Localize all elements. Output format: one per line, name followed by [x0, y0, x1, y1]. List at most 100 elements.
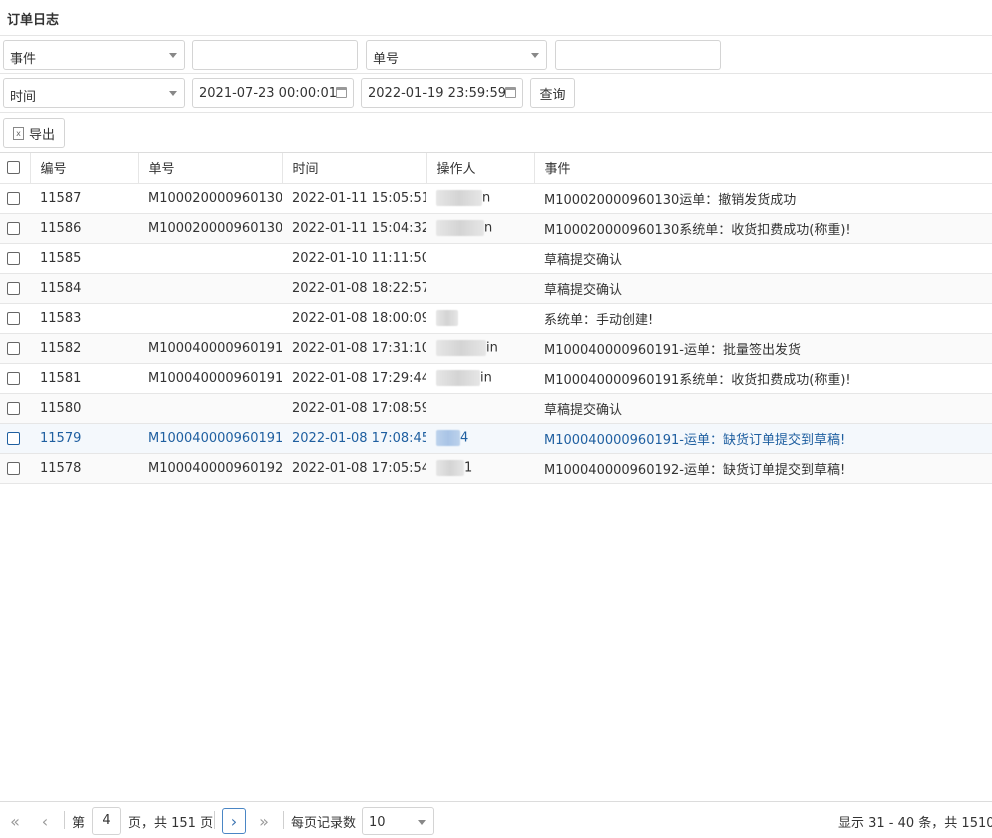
cell-id: 11581: [30, 363, 138, 394]
redacted-operator: [436, 370, 480, 386]
search-button[interactable]: 查询: [530, 78, 575, 108]
table-row[interactable]: 11580 2022-01-08 17:08:59 草稿提交确认: [0, 393, 992, 424]
cell-order: M100040000960191: [138, 333, 282, 364]
operator-suffix: n: [482, 190, 491, 206]
row-checkbox[interactable]: [7, 281, 20, 295]
table-header-row: 编号 单号 时间 操作人 事件: [0, 153, 992, 184]
cell-order: [138, 303, 282, 334]
cell-time: 2022-01-08 17:05:54: [282, 453, 426, 484]
date-to-input[interactable]: 2022-01-19 23:59:59: [361, 78, 523, 108]
cell-time: 2022-01-11 15:04:32: [282, 213, 426, 244]
cell-event: 草稿提交确认: [534, 273, 992, 304]
cell-time: 2022-01-08 17:29:44: [282, 363, 426, 394]
date-to-value: 2022-01-19 23:59:59: [368, 86, 507, 101]
select-all-checkbox[interactable]: [7, 161, 20, 175]
cell-order: [138, 393, 282, 424]
row-checkbox-cell: [0, 393, 30, 424]
row-checkbox-cell: [0, 453, 30, 484]
row-checkbox[interactable]: [7, 221, 20, 235]
table-row[interactable]: 11581 M100040000960191 2022-01-08 17:29:44…: [0, 363, 992, 394]
time-select[interactable]: 时间: [3, 78, 185, 108]
pager-divider: [214, 811, 215, 829]
column-header-order[interactable]: 单号: [138, 153, 283, 184]
row-checkbox[interactable]: [7, 311, 20, 325]
cell-order: M100020000960130: [138, 183, 282, 214]
row-checkbox-cell: [0, 273, 30, 304]
order-log-table: 编号 单号 时间 操作人 事件 11587 M100020000960130 202…: [0, 153, 992, 484]
cell-event: 草稿提交确认: [534, 393, 992, 424]
date-from-input[interactable]: 2021-07-23 00:00:01: [192, 78, 354, 108]
row-checkbox[interactable]: [7, 251, 20, 265]
table-row[interactable]: 11587 M100020000960130 2022-01-11 15:05:51…: [0, 183, 992, 214]
operator-suffix: 4: [460, 430, 469, 446]
field2-select-value: 单号: [373, 52, 400, 67]
table-row[interactable]: 11582 M100040000960191 2022-01-08 17:31:10…: [0, 333, 992, 364]
page-prefix: 第: [72, 816, 86, 831]
cell-event: M100020000960130系统单：收货扣费成功(称重)!: [534, 213, 992, 244]
order-log-page: 订单日志 事件 单号 时间 2021-07-23 00:00:01 2022-0…: [0, 0, 992, 838]
field2-input[interactable]: [555, 40, 721, 70]
column-header-operator[interactable]: 操作人: [426, 153, 535, 184]
table-body: 11587 M100020000960130 2022-01-11 15:05:51…: [0, 183, 992, 484]
redacted-operator: [436, 430, 460, 446]
cell-order: M100040000960192: [138, 453, 282, 484]
export-button[interactable]: x 导出: [3, 118, 65, 148]
cell-event: M100040000960191-运单：缺货订单提交到草稿!: [534, 423, 992, 454]
field2-select[interactable]: 单号: [366, 40, 547, 70]
cell-id: 11578: [30, 453, 138, 484]
table-row[interactable]: 11579 M100040000960191 2022-01-08 17:08:45…: [0, 423, 992, 454]
table-row[interactable]: 11585 2022-01-10 11:11:50 草稿提交确认: [0, 243, 992, 274]
cell-order: [138, 243, 282, 274]
calendar-icon[interactable]: [336, 87, 347, 98]
row-checkbox[interactable]: [7, 371, 20, 385]
double-chevron-right-icon[interactable]: »: [252, 808, 276, 834]
column-header-event[interactable]: 事件: [534, 153, 992, 184]
cell-id: 11582: [30, 333, 138, 364]
chevron-down-icon: [531, 53, 539, 58]
cell-operator: 1: [426, 453, 534, 484]
redacted-operator: [436, 340, 486, 356]
pagination-bar: « ‹ 第 4 页，共 151 页 › » 每页记录数 10 显示 31 - 4…: [0, 801, 992, 838]
row-checkbox[interactable]: [7, 401, 20, 415]
cell-operator: [426, 303, 534, 334]
page-size-value: 10: [369, 815, 386, 830]
field1-input[interactable]: [192, 40, 358, 70]
redacted-operator: [436, 220, 484, 236]
page-title: 订单日志: [7, 13, 60, 28]
cell-operator: [426, 393, 534, 424]
field1-select[interactable]: 事件: [3, 40, 185, 70]
double-chevron-left-icon[interactable]: «: [3, 808, 27, 834]
page-size-select[interactable]: 10: [362, 807, 434, 835]
export-label: 导出: [28, 127, 55, 143]
page-number-input[interactable]: 4: [92, 807, 121, 835]
table-row[interactable]: 11583 2022-01-08 18:00:09 系统单：手动创建!: [0, 303, 992, 334]
chevron-down-icon: [169, 91, 177, 96]
chevron-down-icon: [169, 53, 177, 58]
chevron-left-icon[interactable]: ‹: [33, 808, 57, 834]
cell-order: [138, 273, 282, 304]
row-checkbox[interactable]: [7, 461, 20, 475]
row-checkbox[interactable]: [7, 431, 20, 445]
cell-operator: [426, 273, 534, 304]
row-checkbox[interactable]: [7, 191, 20, 205]
row-checkbox-cell: [0, 213, 30, 244]
column-header-time[interactable]: 时间: [282, 153, 427, 184]
cell-order: M100040000960191: [138, 363, 282, 394]
table-row[interactable]: 11578 M100040000960192 2022-01-08 17:05:54…: [0, 453, 992, 484]
cell-operator: n: [426, 183, 534, 214]
table-row[interactable]: 11584 2022-01-08 18:22:57 草稿提交确认: [0, 273, 992, 304]
table-row[interactable]: 11586 M100020000960130 2022-01-11 15:04:32…: [0, 213, 992, 244]
operator-suffix: 1: [464, 460, 473, 476]
cell-event: 系统单：手动创建!: [534, 303, 992, 334]
calendar-icon[interactable]: [505, 87, 516, 98]
pager-divider: [64, 811, 65, 829]
chevron-right-icon[interactable]: ›: [222, 808, 246, 834]
column-header-id[interactable]: 编号: [30, 153, 139, 184]
row-checkbox-cell: [0, 183, 30, 214]
cell-id: 11580: [30, 393, 138, 424]
cell-operator: [426, 243, 534, 274]
operator-suffix: in: [480, 370, 492, 386]
excel-file-icon: x: [12, 126, 24, 140]
row-checkbox[interactable]: [7, 341, 20, 355]
cell-event: 草稿提交确认: [534, 243, 992, 274]
